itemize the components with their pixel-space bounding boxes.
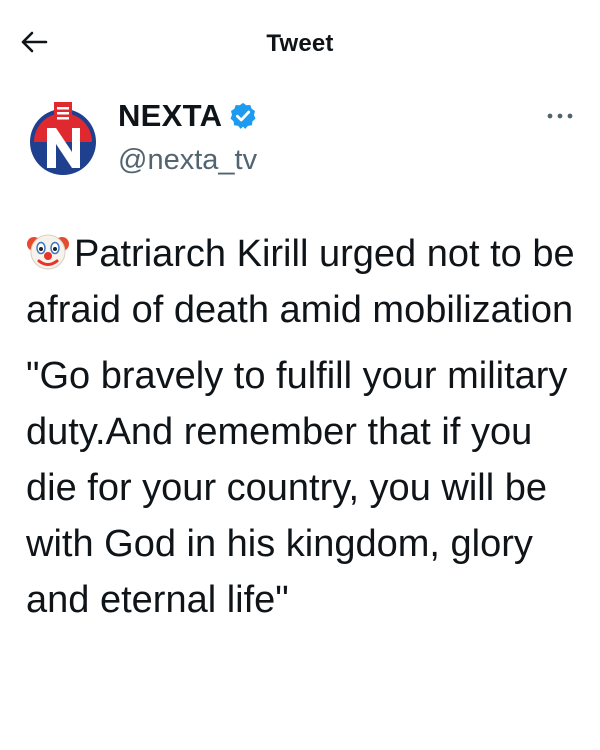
author-handle[interactable]: @nexta_tv: [118, 144, 257, 177]
tweet-text: Patriarch Kirill urged not to be afraid …: [26, 226, 586, 638]
tweet-paragraph-2: "Go bravely to fulfill your military dut…: [26, 355, 568, 621]
tweet-paragraph: Patriarch Kirill urged not to be afraid …: [26, 226, 586, 338]
clown-face-emoji-icon: [26, 228, 70, 272]
display-name: NEXTA: [118, 98, 223, 133]
nexta-logo-icon: [22, 99, 104, 180]
more-horizontal-icon: [545, 107, 575, 125]
verified-badge-icon: [228, 101, 258, 131]
more-options-button[interactable]: [540, 108, 580, 124]
page-title: Tweet: [266, 30, 334, 57]
tweet-paragraph-1: Patriarch Kirill urged not to be afraid …: [26, 233, 575, 331]
tweet-author: NEXTA @nexta_tv: [0, 92, 600, 192]
author-name-row[interactable]: NEXTA: [118, 98, 258, 134]
top-bar: Tweet: [0, 0, 600, 90]
avatar[interactable]: [22, 98, 104, 180]
